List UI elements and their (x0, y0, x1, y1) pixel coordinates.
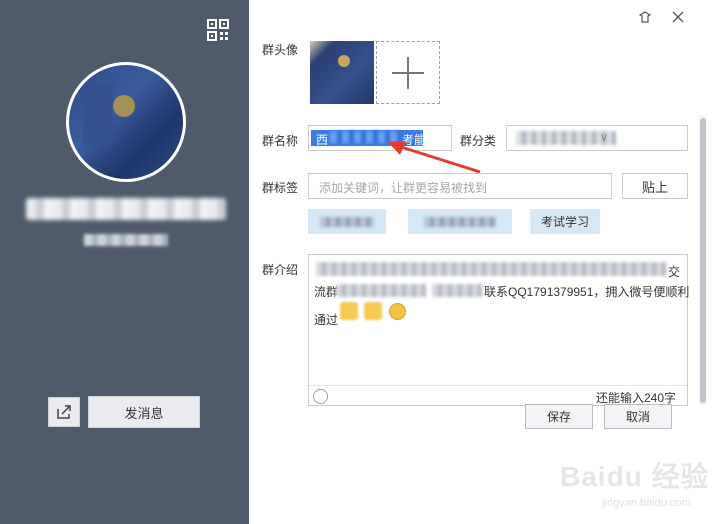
smiley-emoji-icon (389, 303, 406, 320)
tag-chip[interactable]: 考试学习 (530, 209, 600, 234)
baidu-watermark: Baidu 经验 (560, 461, 710, 492)
share-icon (57, 405, 71, 419)
paste-button[interactable]: 贴上 (622, 173, 688, 199)
group-avatar[interactable] (66, 62, 186, 182)
intro-label: 群介绍 (262, 263, 299, 277)
chevron-down-icon: ∨ (600, 132, 609, 144)
intro-line2-tail: 联系QQ1791379951，拥入微号便顺利 (484, 285, 690, 299)
cancel-button[interactable]: 取消 (604, 404, 672, 429)
send-message-button[interactable]: 发消息 (88, 396, 200, 428)
group-id-redacted (84, 234, 168, 246)
intro-line1-tail: 交 (668, 265, 681, 279)
emoji-icon (364, 302, 382, 320)
group-avatar-image (69, 65, 183, 179)
group-name-redacted (26, 198, 226, 220)
share-button[interactable] (48, 397, 80, 427)
close-icon[interactable] (670, 10, 686, 26)
group-profile-sidebar: 发消息 (0, 0, 249, 524)
intro-line2-head: 流群 (314, 285, 339, 299)
tags-label: 群标签 (262, 181, 299, 195)
tag-chip[interactable] (408, 209, 512, 234)
avatar-thumbnail[interactable] (310, 41, 374, 104)
tags-placeholder: 添加关键词，让群更容易被找到 (319, 181, 488, 195)
intro-textarea[interactable] (308, 254, 688, 406)
add-avatar-button[interactable] (376, 41, 440, 104)
group-name-label: 群名称 (262, 134, 299, 148)
intro-line3: 通过 (314, 313, 339, 327)
save-button[interactable]: 保存 (525, 404, 593, 429)
group-name-head: 西 (316, 133, 329, 147)
emoji-picker-icon[interactable] (313, 389, 328, 404)
qr-code-icon[interactable] (207, 19, 229, 41)
avatar-label: 群头像 (262, 43, 299, 57)
emoji-icon (340, 302, 358, 320)
scrollbar-thumb[interactable] (700, 118, 706, 403)
skin-icon[interactable] (637, 10, 653, 26)
watermark-url: jingyan.baidu.com (602, 497, 691, 509)
tag-chip[interactable] (308, 209, 386, 234)
